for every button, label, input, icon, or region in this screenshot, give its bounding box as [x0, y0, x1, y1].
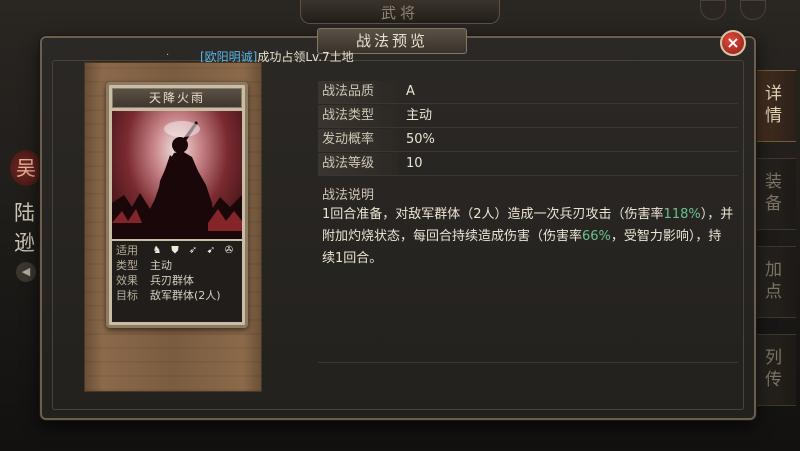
unit-type-icons: ♞ ⛊ ➶ ➹ ✇	[150, 243, 236, 258]
skill-card-name: 天降火雨	[112, 88, 242, 108]
background-title-plate: 武将	[300, 0, 500, 24]
stat-label: 发动概率	[318, 128, 398, 151]
tab-details[interactable]: 详情	[750, 70, 796, 142]
stat-label: 战法类型	[318, 104, 398, 127]
cavalry-icon: ♞	[152, 244, 162, 256]
card-type-row: 类型 主动	[116, 258, 238, 273]
stat-row-type: 战法类型 主动	[318, 104, 738, 128]
close-button[interactable]: ×	[720, 30, 746, 56]
card-target-label: 目标	[116, 289, 138, 302]
card-target-value: 敌军群体(2人)	[150, 289, 221, 302]
skill-preview-modal: 战法预览 × · [欧阳明诚]成功占领Lv.7土地 天降火雨 适用 ♞ ⛊ ➶ …	[40, 28, 756, 420]
skill-card-art	[112, 111, 242, 239]
card-type-value: 主动	[150, 259, 172, 272]
skill-stats-table: 战法品质 A 战法类型 主动 发动概率 50% 战法等级 10	[318, 80, 738, 176]
stat-value: A	[406, 83, 415, 99]
skill-card-info: 适用 ♞ ⛊ ➶ ➹ ✇ 类型 主动 效果 兵刃群体 目标 敌军群体(2人)	[112, 241, 242, 322]
card-target-row: 目标 敌军群体(2人)	[116, 288, 238, 303]
damage-rate-value: 66%	[582, 229, 611, 244]
occupy-text: 成功占领Lv.7土地	[257, 50, 354, 64]
stat-row-level: 战法等级 10	[318, 152, 738, 176]
description-part: 1回合准备，对敌军群体（2人）造成一次兵刃攻击（伤害率	[322, 207, 664, 222]
stat-label: 战法等级	[318, 152, 398, 175]
bullet-dot: ·	[166, 50, 170, 61]
tab-biography[interactable]: 列传	[750, 334, 796, 406]
hero-name: 陆逊	[14, 201, 35, 255]
stat-row-quality: 战法品质 A	[318, 80, 738, 104]
stat-value: 主动	[406, 107, 433, 123]
faction-badge: 吴	[10, 150, 42, 186]
card-effect-row: 效果 兵刃群体	[116, 273, 238, 288]
skill-description: 1回合准备，对敌军群体（2人）造成一次兵刃攻击（伤害率118%），并附加灼烧状态…	[322, 204, 734, 270]
tab-points[interactable]: 加点	[750, 246, 796, 318]
spear-icon: ➹	[206, 244, 216, 256]
skill-card: 天降火雨 适用 ♞ ⛊ ➶ ➹ ✇ 类型 主动 效果 兵刃群体 目标 敌军群体(…	[106, 82, 248, 328]
card-applies-label: 适用	[116, 244, 138, 257]
shield-icon: ⛊	[171, 244, 179, 256]
speaker-icon[interactable]: ◀	[16, 262, 36, 282]
background-title: 武将	[380, 4, 419, 22]
damage-rate-value: 118%	[663, 207, 701, 222]
card-type-label: 类型	[116, 259, 138, 272]
card-effect-value: 兵刃群体	[150, 274, 194, 287]
card-effect-label: 效果	[116, 274, 138, 287]
stat-label: 战法品质	[318, 80, 398, 103]
side-tabs: 详情 装备 加点 列传	[750, 70, 800, 406]
stat-value: 10	[406, 155, 423, 171]
description-title: 战法说明	[322, 188, 375, 203]
tab-equipment[interactable]: 装备	[750, 158, 796, 230]
stat-value: 50%	[406, 131, 435, 147]
divider	[318, 362, 738, 363]
card-applies-row: 适用 ♞ ⛊ ➶ ➹ ✇	[116, 243, 238, 258]
rider-silhouette-image	[112, 121, 242, 239]
chariot-icon: ✇	[224, 244, 234, 256]
stat-row-trigger-rate: 发动概率 50%	[318, 128, 738, 152]
bow-icon: ➶	[188, 244, 198, 256]
